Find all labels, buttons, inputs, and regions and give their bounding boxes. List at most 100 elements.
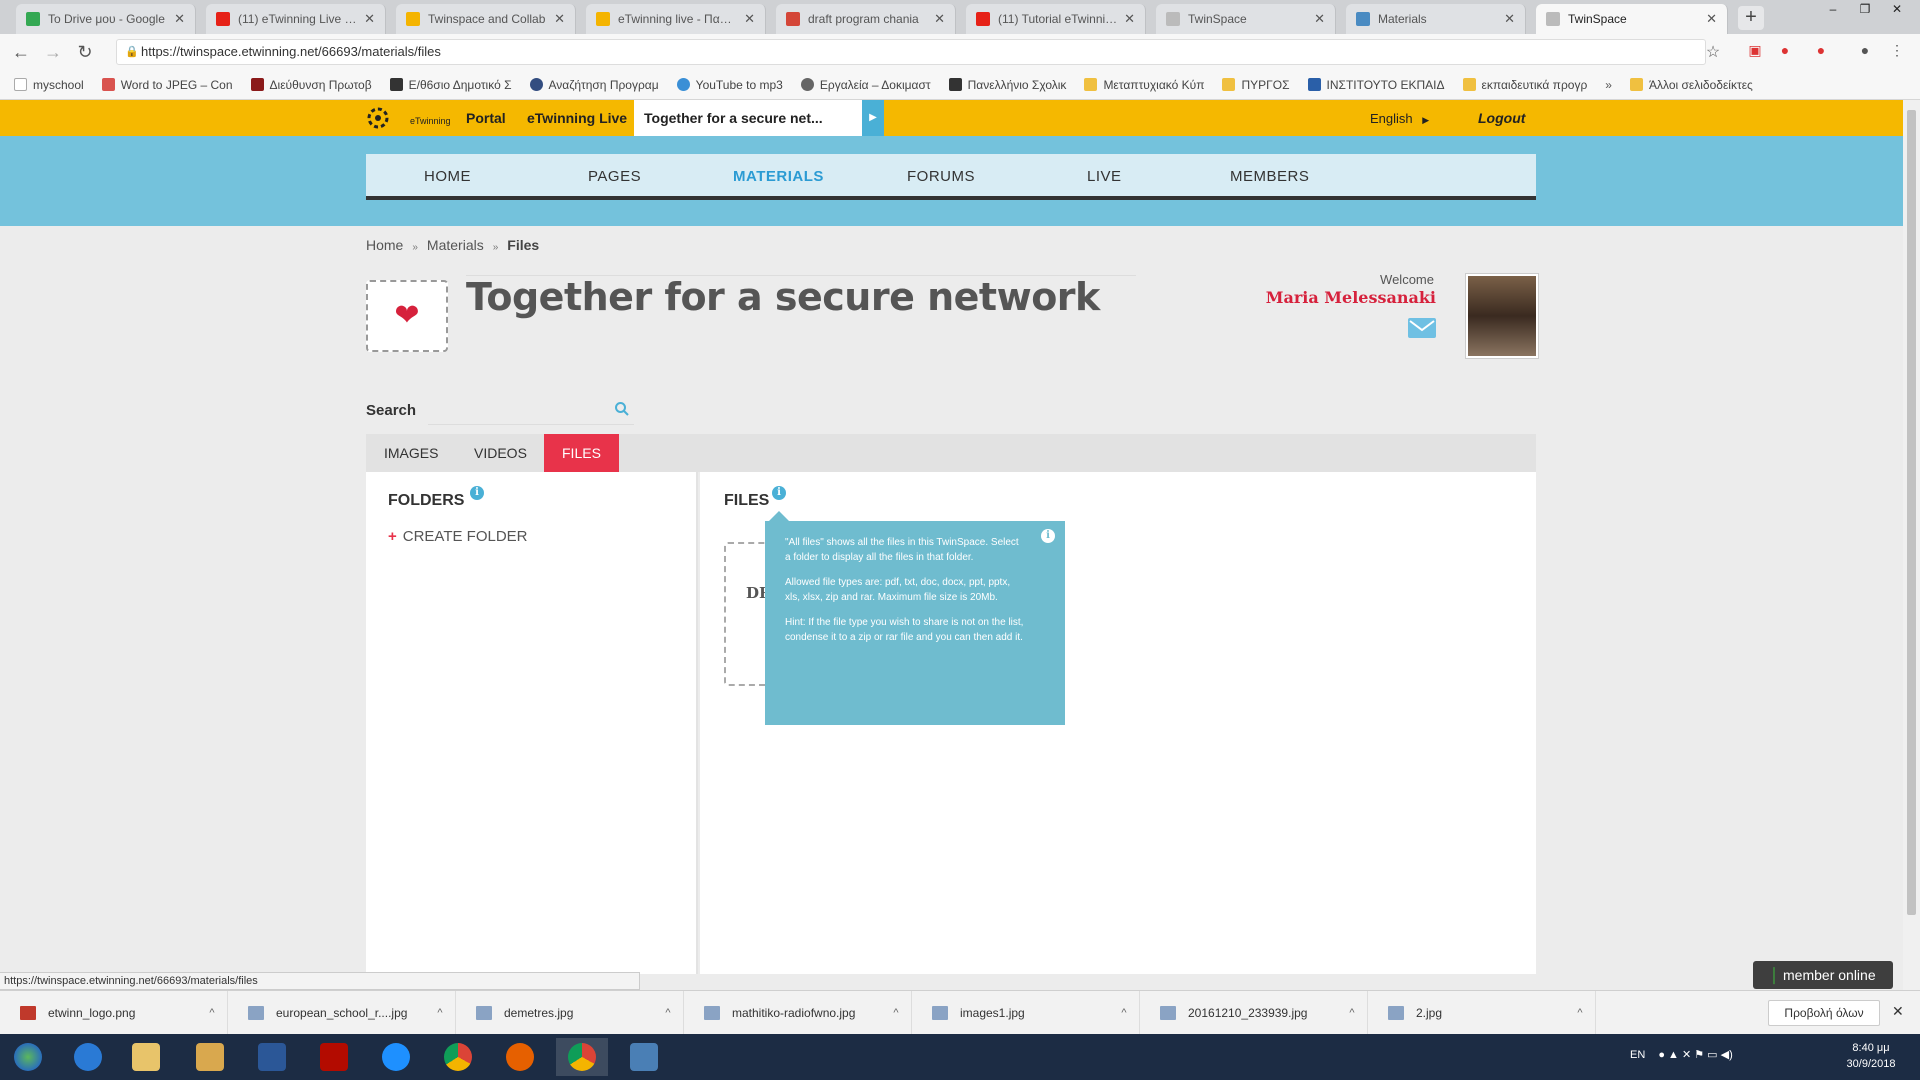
download-item[interactable]: demetres.jpg ^ [456,991,684,1035]
bookmark-item[interactable]: Άλλοι σελιδοδείκτες [1629,78,1753,92]
forward-icon[interactable]: → [42,42,64,63]
browser-tab-8[interactable]: Materials ✕ [1346,4,1526,34]
tab-files[interactable]: FILES [544,434,619,472]
taskbar-app-active[interactable] [556,1038,608,1076]
close-icon[interactable]: ✕ [1706,11,1717,27]
avatar[interactable] [1466,274,1538,358]
close-icon[interactable]: ✕ [174,11,185,27]
close-icon[interactable]: ✕ [364,11,375,27]
mail-icon[interactable] [1408,318,1436,338]
chevron-up-icon[interactable]: ^ [1337,1007,1367,1019]
tab-videos[interactable]: VIDEOS [456,434,545,472]
new-tab-button[interactable]: + [1738,6,1764,30]
create-folder-button[interactable]: + CREATE FOLDER [388,528,528,545]
chevron-up-icon[interactable]: ^ [881,1007,911,1019]
chevron-up-icon[interactable]: ^ [1109,1007,1139,1019]
browser-tab-6[interactable]: (11) Tutorial eTwinning ✕ [966,4,1146,34]
extension-icon[interactable]: ● [1810,42,1832,58]
close-icon[interactable]: ✕ [1892,1003,1904,1020]
browser-tab-7[interactable]: TwinSpace ✕ [1156,4,1336,34]
menu-icon[interactable]: ⋮ [1886,42,1908,59]
taskbar-app[interactable] [62,1038,114,1076]
nav-members[interactable]: MEMBERS [1230,168,1309,185]
bookmark-item[interactable]: YouTube to mp3 [676,78,783,92]
profile-icon[interactable]: ● [1854,42,1876,58]
close-icon[interactable]: ✕ [934,11,945,27]
taskbar-app[interactable] [246,1038,298,1076]
scrollbar-thumb[interactable] [1907,110,1916,915]
browser-tab-3[interactable]: Twinspace and Collab ✕ [396,4,576,34]
member-online-widget[interactable]: │ member online [1753,961,1893,989]
chevron-up-icon[interactable]: ^ [1565,1007,1595,1019]
info-icon[interactable]: i [1041,529,1055,543]
pinterest-icon[interactable]: ● [1774,42,1796,58]
extension-icon[interactable]: ▣ [1744,42,1766,59]
browser-tab-4[interactable]: eTwinning live - Παρου ✕ [586,4,766,34]
bookmark-item[interactable]: εκπαιδευτικά προγρ [1462,78,1587,92]
bookmark-item[interactable]: Πανελλήνιο Σχολικ [948,78,1066,92]
breadcrumb-materials[interactable]: Materials [427,237,484,253]
start-button[interactable] [2,1038,54,1076]
user-name-link[interactable]: Maria Melessanaki [1200,288,1436,307]
page-scrollbar[interactable] [1903,100,1920,990]
taskbar-app[interactable] [370,1038,422,1076]
bookmark-item[interactable]: myschool [14,78,84,92]
download-item[interactable]: images1.jpg ^ [912,991,1140,1035]
twinspace-dropdown-arrow-icon[interactable]: ▶ [862,100,884,136]
taskbar-app[interactable] [618,1038,670,1076]
logout-link[interactable]: Logout [1478,110,1525,126]
info-icon[interactable]: i [470,486,484,500]
url-input[interactable]: 🔒 https://twinspace.etwinning.net/66693/… [116,39,1706,65]
etwinning-live-link[interactable]: eTwinning Live [527,110,627,126]
close-icon[interactable]: ✕ [1124,11,1135,27]
taskbar-app[interactable] [308,1038,360,1076]
show-all-downloads-button[interactable]: Προβολή όλων [1768,1000,1880,1026]
back-icon[interactable]: ← [10,42,32,63]
nav-materials[interactable]: MATERIALS [733,168,824,185]
download-item[interactable]: 2.jpg ^ [1368,991,1596,1035]
browser-tab-9-active[interactable]: TwinSpace ✕ [1536,4,1728,34]
taskbar-app[interactable] [494,1038,546,1076]
taskbar-app[interactable] [432,1038,484,1076]
clock[interactable]: 8:40 μμ 30/9/2018 [1836,1040,1906,1072]
bookmark-item[interactable]: ΠΥΡΓΟΣ [1222,78,1290,92]
breadcrumb-home[interactable]: Home [366,237,403,253]
browser-tab-5[interactable]: draft program chania ✕ [776,4,956,34]
bookmark-item[interactable]: ΙΝΣΤΙΤΟΥΤΟ ΕΚΠΑΙΔ [1307,78,1445,92]
close-window-icon[interactable]: ✕ [1882,0,1912,20]
chevron-up-icon[interactable]: ^ [653,1007,683,1019]
browser-tab-1[interactable]: Το Drive μου - Google ✕ [16,4,196,34]
nav-live[interactable]: LIVE [1087,168,1122,185]
taskbar-app[interactable] [120,1038,172,1076]
search-icon[interactable] [614,401,632,419]
close-icon[interactable]: ✕ [744,11,755,27]
download-item[interactable]: 20161210_233939.jpg ^ [1140,991,1368,1035]
bookmark-item[interactable]: Αναζήτηση Προγραμ [529,78,659,92]
nav-home[interactable]: HOME [424,168,471,185]
current-twinspace-link[interactable]: Together for a secure net... [634,100,870,136]
portal-link[interactable]: Portal [466,110,506,126]
nav-pages[interactable]: PAGES [588,168,641,185]
search-input[interactable] [428,399,634,425]
info-icon[interactable]: i [772,486,786,500]
download-item[interactable]: european_school_r....jpg ^ [228,991,456,1035]
bookmark-item[interactable]: Εργαλεία – Δοκιμαστ [800,78,931,92]
bookmark-item[interactable]: Μεταπτυχιακό Κύπ [1084,78,1204,92]
language-indicator[interactable]: EN [1630,1049,1645,1061]
close-icon[interactable]: ✕ [554,11,565,27]
tab-images[interactable]: IMAGES [366,434,456,472]
maximize-icon[interactable]: ❐ [1850,0,1880,20]
bookmark-item[interactable]: Διεύθυνση Πρωτοβ [250,78,372,92]
bookmark-item[interactable]: Ε/θ6σιο Δημοτικό Σ [389,78,512,92]
taskbar-app[interactable] [184,1038,236,1076]
tray-icons[interactable]: ● ▲ ✕ ⚑ ▭ ◀) [1658,1049,1732,1061]
close-icon[interactable]: ✕ [1504,11,1515,27]
bookmark-item[interactable]: Word to JPEG – Con [101,78,233,92]
browser-tab-2[interactable]: (11) eTwinning Live Eve ✕ [206,4,386,34]
download-item[interactable]: mathitiko-radiofwno.jpg ^ [684,991,912,1035]
download-item[interactable]: etwinn_logo.png ^ [0,991,228,1035]
reload-icon[interactable]: ↻ [74,42,96,63]
chevron-up-icon[interactable]: ^ [197,1007,227,1019]
more-bookmarks-icon[interactable]: » [1605,78,1612,92]
nav-forums[interactable]: FORUMS [907,168,975,185]
